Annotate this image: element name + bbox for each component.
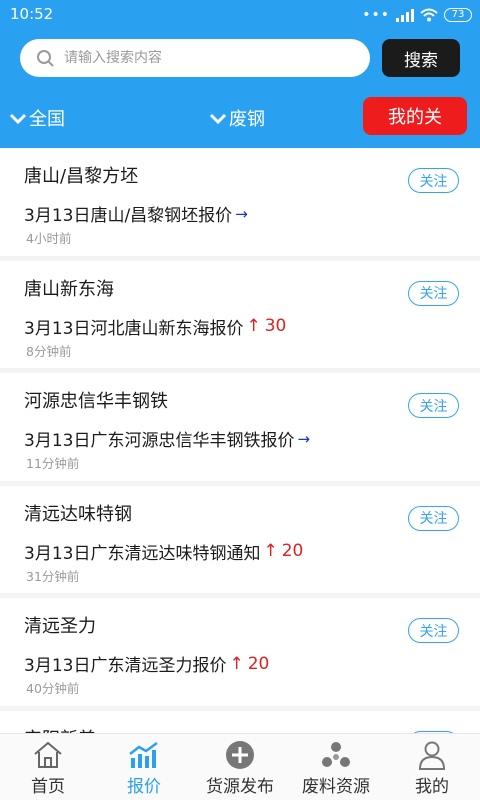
nav-label: 货源发布 — [206, 777, 274, 797]
item-time: 40分钟前 — [26, 681, 80, 696]
follow-button[interactable]: 关注 — [408, 505, 459, 531]
item-time: 11分钟前 — [26, 456, 80, 471]
item-description-text: 3月13日广东清远圣力报价 — [24, 656, 227, 676]
recycle-icon — [322, 742, 350, 767]
arrow-right-icon: → — [235, 204, 248, 223]
search-box[interactable] — [20, 39, 370, 77]
nav-home[interactable]: 首页 — [0, 734, 96, 800]
nav-label: 废料资源 — [302, 777, 370, 797]
list-item[interactable]: 安阳新普 关注 — [0, 710, 480, 734]
price-change: 30 — [264, 316, 287, 336]
follow-button[interactable]: 关注 — [408, 280, 459, 306]
item-description: 3月13日广东清远圣力报价 ↑ 20 — [24, 651, 270, 677]
my-follows-tab[interactable]: 我的关 — [363, 97, 467, 135]
nav-resources[interactable]: 废料资源 — [288, 734, 384, 800]
category-filter-label: 废钢 — [229, 109, 265, 130]
item-description: 3月13日广东清远达味特钢通知 ↑ 20 — [24, 539, 303, 564]
nav-profile[interactable]: 我的 — [384, 734, 480, 800]
region-filter-label: 全国 — [29, 109, 65, 130]
item-description: 3月13日唐山/昌黎钢坯报价 → — [24, 201, 248, 227]
item-description-text: 3月13日河北唐山新东海报价 — [24, 318, 244, 339]
wifi-icon — [420, 8, 438, 22]
item-title: 河源忠信华丰钢铁 — [24, 391, 168, 412]
list-item[interactable]: 清远达味特钢 关注 3月13日广东清远达味特钢通知 ↑ 20 31分钟前 — [0, 485, 480, 598]
nav-label: 首页 — [31, 777, 65, 797]
list-item[interactable]: 河源忠信华丰钢铁 关注 3月13日广东河源忠信华丰钢铁报价 → 11分钟前 — [0, 373, 480, 486]
category-filter[interactable]: 废钢 — [208, 102, 265, 134]
search-icon — [37, 50, 54, 67]
price-change: 20 — [281, 541, 304, 561]
notification-dots-icon: ••• — [362, 7, 390, 23]
list-item[interactable]: 唐山新东海 关注 3月13日河北唐山新东海报价 ↑ 30 8分钟前 — [0, 260, 480, 373]
home-icon — [34, 741, 62, 768]
item-description: 3月13日广东河源忠信华丰钢铁报价 → — [24, 426, 311, 452]
item-time: 8分钟前 — [26, 343, 72, 359]
chevron-down-icon — [209, 113, 227, 125]
header: 搜索 全国 废钢 我的关 — [0, 30, 480, 148]
status-indicators: ••• 73 — [362, 6, 472, 24]
arrow-up-icon: ↑ — [246, 316, 261, 336]
status-bar: 10:52 ••• 73 — [0, 0, 480, 30]
bottom-nav: 首页 报价 货源发布 废料资源 我的 — [0, 733, 480, 800]
arrow-right-icon: → — [297, 429, 311, 448]
list-item[interactable]: 唐山/昌黎方坯 关注 3月13日唐山/昌黎钢坯报价 → 4小时前 — [0, 148, 480, 261]
list-item[interactable]: 清远圣力 关注 3月13日广东清远圣力报价 ↑ 20 40分钟前 — [0, 598, 480, 711]
search-input[interactable] — [64, 50, 344, 66]
region-filter[interactable]: 全国 — [8, 102, 65, 134]
follow-button[interactable]: 关注 — [408, 618, 459, 643]
item-description-text: 3月13日唐山/昌黎钢坯报价 — [24, 206, 233, 226]
quote-list[interactable]: 唐山/昌黎方坯 关注 3月13日唐山/昌黎钢坯报价 → 4小时前 唐山新东海 关… — [0, 148, 480, 733]
nav-label: 我的 — [415, 777, 449, 797]
nav-quotes[interactable]: 报价 — [96, 734, 192, 800]
item-time: 4小时前 — [26, 231, 72, 246]
signal-icon — [396, 8, 414, 22]
search-button[interactable]: 搜索 — [382, 39, 460, 77]
arrow-up-icon: ↑ — [263, 541, 278, 561]
status-time: 10:52 — [10, 5, 54, 23]
item-title: 唐山新东海 — [24, 278, 114, 300]
chevron-down-icon — [9, 113, 27, 125]
item-description: 3月13日河北唐山新东海报价 ↑ 30 — [24, 314, 286, 339]
item-title: 唐山/昌黎方坯 — [24, 166, 139, 187]
nav-publish[interactable]: 货源发布 — [192, 734, 288, 800]
item-description-text: 3月13日广东河源忠信华丰钢铁报价 — [24, 431, 295, 451]
battery-icon: 73 — [444, 8, 472, 22]
nav-label: 报价 — [127, 777, 161, 797]
item-time: 31分钟前 — [26, 568, 80, 584]
item-description-text: 3月13日广东清远达味特钢通知 — [24, 543, 261, 564]
arrow-up-icon: ↑ — [229, 653, 244, 674]
chart-icon — [129, 741, 158, 768]
user-icon — [418, 741, 446, 770]
item-title: 清远圣力 — [24, 616, 96, 637]
follow-button[interactable]: 关注 — [408, 168, 459, 193]
item-title: 安阳新普 — [24, 725, 96, 734]
plus-circle-icon — [226, 741, 254, 769]
follow-button[interactable]: 关注 — [408, 393, 459, 418]
item-title: 清远达味特钢 — [24, 503, 132, 525]
price-change: 20 — [247, 653, 270, 674]
